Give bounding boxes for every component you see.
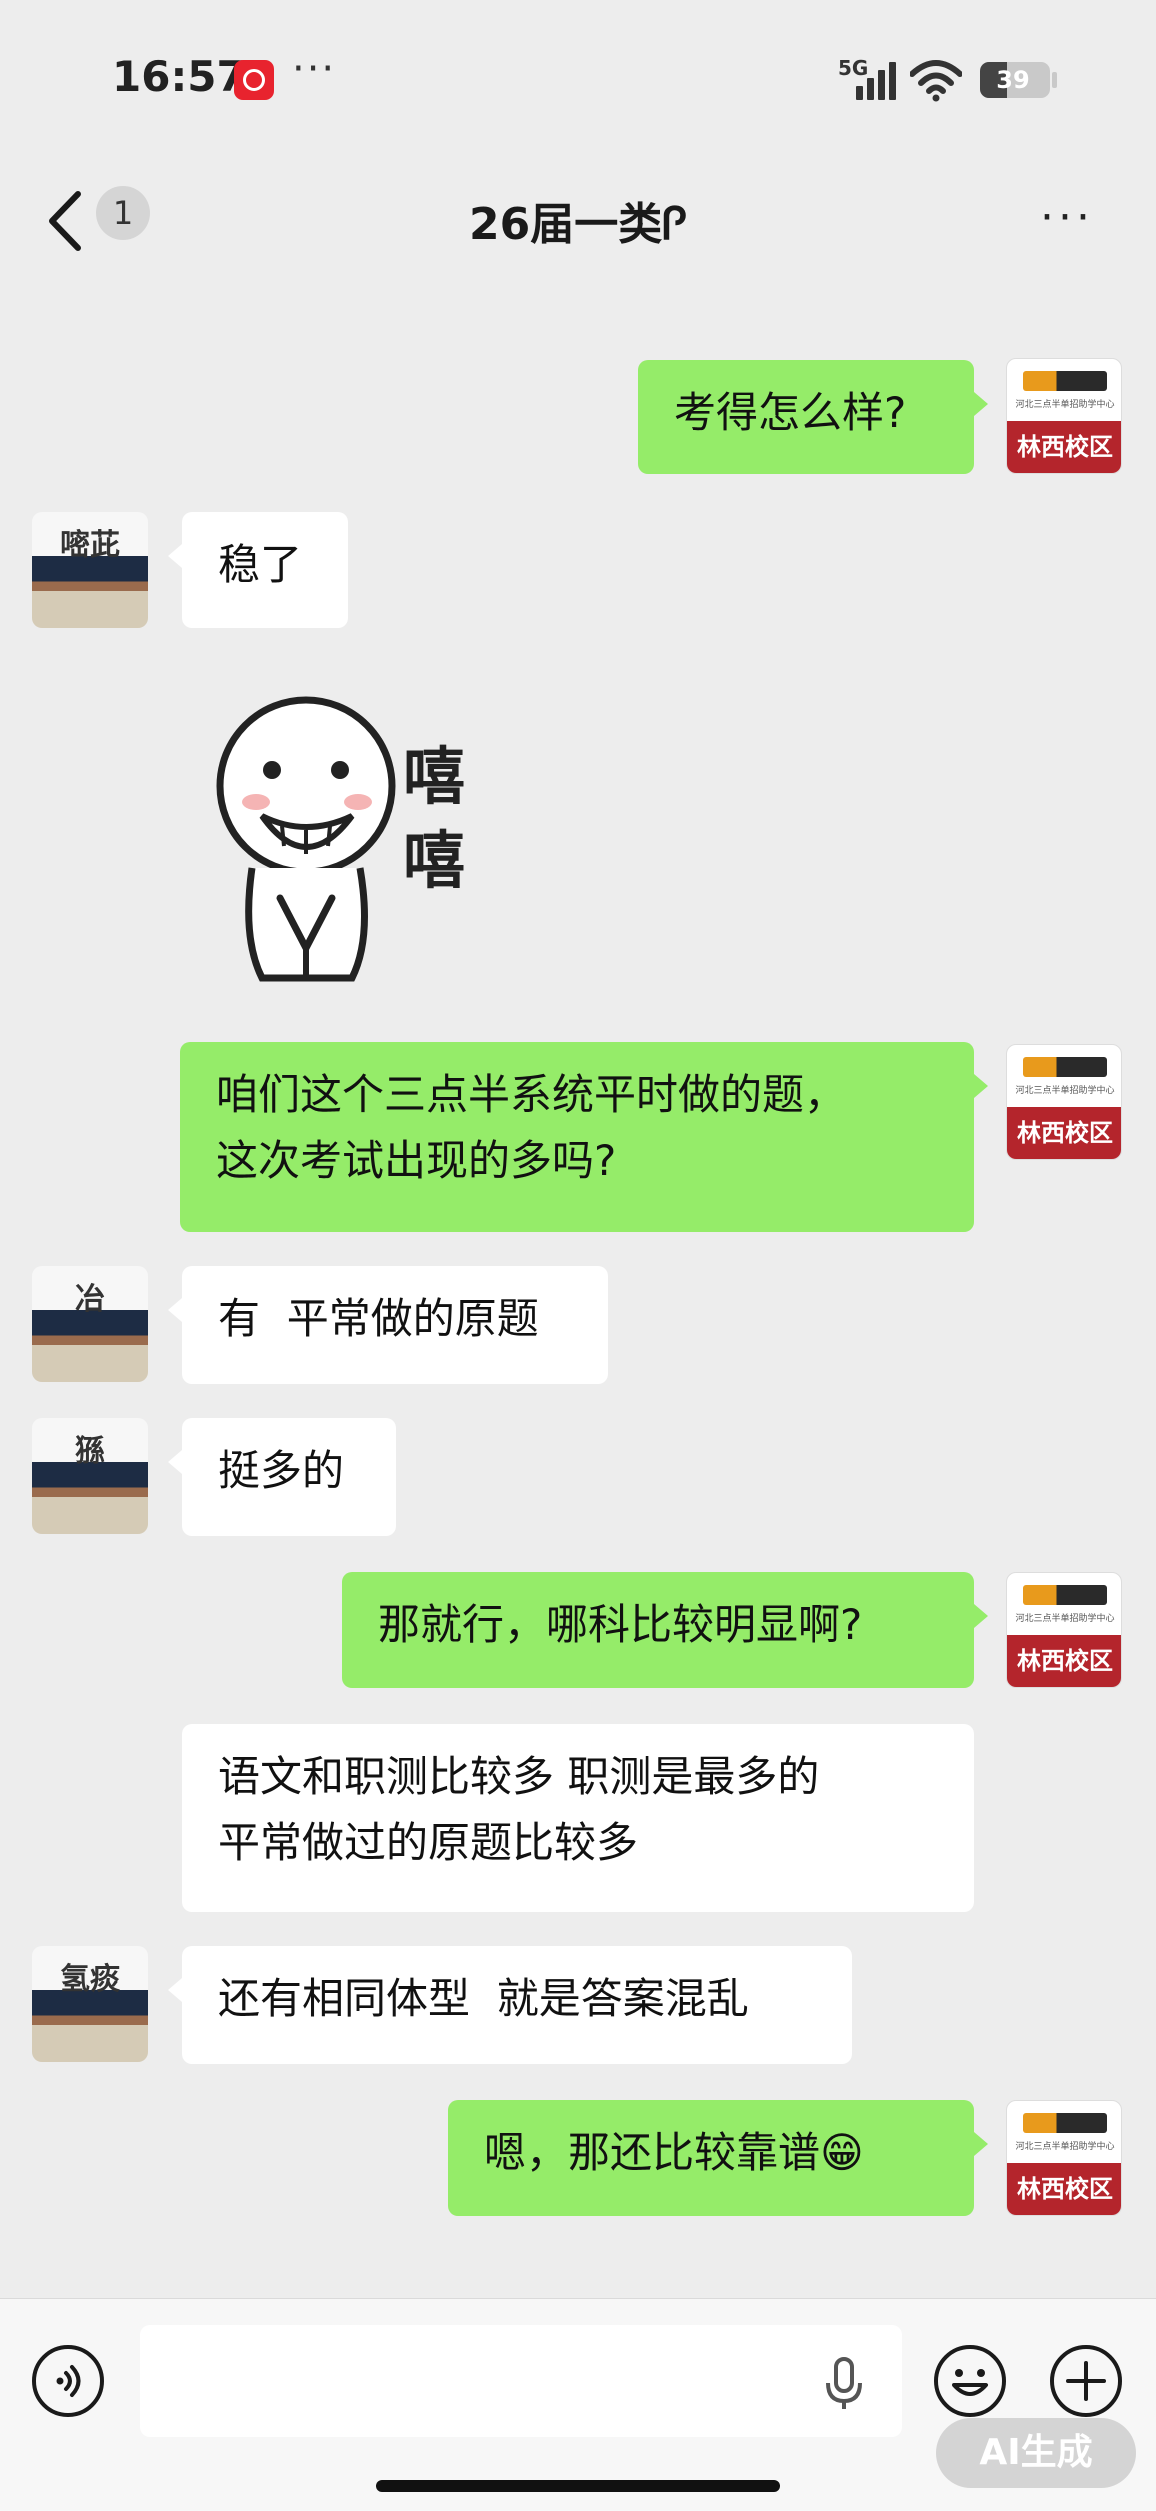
avatar-glyph: 冶 xyxy=(75,1282,105,1317)
message-text: 语文和职测比较多 职测是最多的 平常做过的原题比较多 xyxy=(218,1752,820,1867)
status-bar: 16:57 ··· 5G 39 xyxy=(0,0,1156,160)
ai-generated-watermark: AI生成 xyxy=(936,2418,1136,2488)
message-text: 挺多的 xyxy=(218,1446,345,1495)
message-input[interactable] xyxy=(140,2325,902,2437)
grinning-sticker-image[interactable]: 嘻嘻 xyxy=(212,688,512,998)
avatar-logo xyxy=(1023,1585,1107,1605)
app-notification-icon xyxy=(234,60,274,100)
wifi-icon xyxy=(910,60,962,102)
own-avatar[interactable]: 河北三点半单招助学中心 林西校区 xyxy=(1006,1044,1122,1160)
sticker-caption-line: 嘻 xyxy=(403,824,465,897)
avatar-banner-label: 林西校区 xyxy=(1007,1635,1121,1687)
status-time: 16:57 xyxy=(112,52,246,101)
battery-percent-label: 39 xyxy=(996,66,1030,94)
message-text: 那就行，哪科比较明显啊? xyxy=(378,1600,863,1649)
more-notifications-indicator: ··· xyxy=(292,46,337,92)
avatar-banner-label: 林西校区 xyxy=(1007,2163,1121,2215)
message-text: 有 平常做的原题 xyxy=(218,1294,539,1343)
avatar-subtitle: 河北三点半单招助学中心 xyxy=(1015,400,1115,410)
avatar-glyph: 嘧茈 xyxy=(60,528,120,563)
avatar-subtitle: 河北三点半单招助学中心 xyxy=(1015,1086,1115,1096)
contact-avatar[interactable]: 冶 xyxy=(32,1266,148,1382)
avatar-subtitle: 河北三点半单招助学中心 xyxy=(1015,2142,1115,2152)
avatar-glyph: 猻 xyxy=(75,1434,105,1469)
message-bubble-outgoing[interactable]: 咱们这个三点半系统平时做的题， 这次考试出现的多吗? xyxy=(180,1042,988,1232)
battery-tip xyxy=(1052,72,1057,88)
message-bubble-outgoing[interactable]: 考得怎么样? xyxy=(638,360,988,474)
avatar-logo xyxy=(1023,1057,1107,1077)
own-avatar[interactable]: 河北三点半单招助学中心 林西校区 xyxy=(1006,2100,1122,2216)
more-options-icon[interactable]: ··· xyxy=(1040,192,1094,243)
message-bubble-incoming[interactable]: 稳了 xyxy=(168,512,348,628)
battery-icon: 39 xyxy=(980,62,1050,98)
sticker-caption: 嘻嘻 xyxy=(403,740,465,897)
sticker-caption-line: 嘻 xyxy=(403,740,465,813)
message-text: 稳了 xyxy=(218,540,303,589)
message-bubble-incoming[interactable]: 还有相同体型 就是答案混乱 xyxy=(168,1946,852,2064)
avatar-subtitle: 河北三点半单招助学中心 xyxy=(1015,1614,1115,1624)
own-avatar[interactable]: 河北三点半单招助学中心 林西校区 xyxy=(1006,1572,1122,1688)
avatar-glyph: 氢痰 xyxy=(60,1962,120,1997)
contact-avatar[interactable]: 猻 xyxy=(32,1418,148,1534)
message-bubble-incoming[interactable]: 挺多的 xyxy=(168,1418,396,1536)
home-indicator[interactable] xyxy=(376,2480,780,2492)
message-text: 咱们这个三点半系统平时做的题， 这次考试出现的多吗? xyxy=(216,1070,847,1185)
own-avatar[interactable]: 河北三点半单招助学中心 林西校区 xyxy=(1006,358,1122,474)
message-text: 嗯，那还比较靠谱😁 xyxy=(484,2128,864,2177)
chat-title: 26届一类Ꮅ xyxy=(468,199,687,250)
avatar-banner-label: 林西校区 xyxy=(1007,1107,1121,1159)
message-bubble-outgoing[interactable]: 那就行，哪科比较明显啊? xyxy=(342,1572,988,1688)
contact-avatar[interactable]: 嘧茈 xyxy=(32,512,148,628)
avatar-logo xyxy=(1023,2113,1107,2133)
message-text: 考得怎么样? xyxy=(674,388,907,437)
message-text: 还有相同体型 就是答案混乱 xyxy=(218,1974,749,2023)
message-bubble-incoming[interactable]: 语文和职测比较多 职测是最多的 平常做过的原题比较多 xyxy=(182,1724,974,1912)
contact-avatar[interactable]: 氢痰 xyxy=(32,1946,148,2062)
add-more-icon[interactable] xyxy=(1048,2343,1124,2419)
emoji-icon[interactable] xyxy=(932,2343,1008,2419)
message-bubble-incoming[interactable]: 有 平常做的原题 xyxy=(168,1266,608,1384)
message-bubble-outgoing[interactable]: 嗯，那还比较靠谱😁 xyxy=(448,2100,988,2216)
microphone-icon[interactable] xyxy=(824,2357,864,2411)
voice-input-toggle-icon[interactable] xyxy=(30,2343,106,2419)
avatar-banner-label: 林西校区 xyxy=(1007,421,1121,473)
avatar-logo xyxy=(1023,371,1107,391)
signal-strength-icon xyxy=(856,60,898,100)
